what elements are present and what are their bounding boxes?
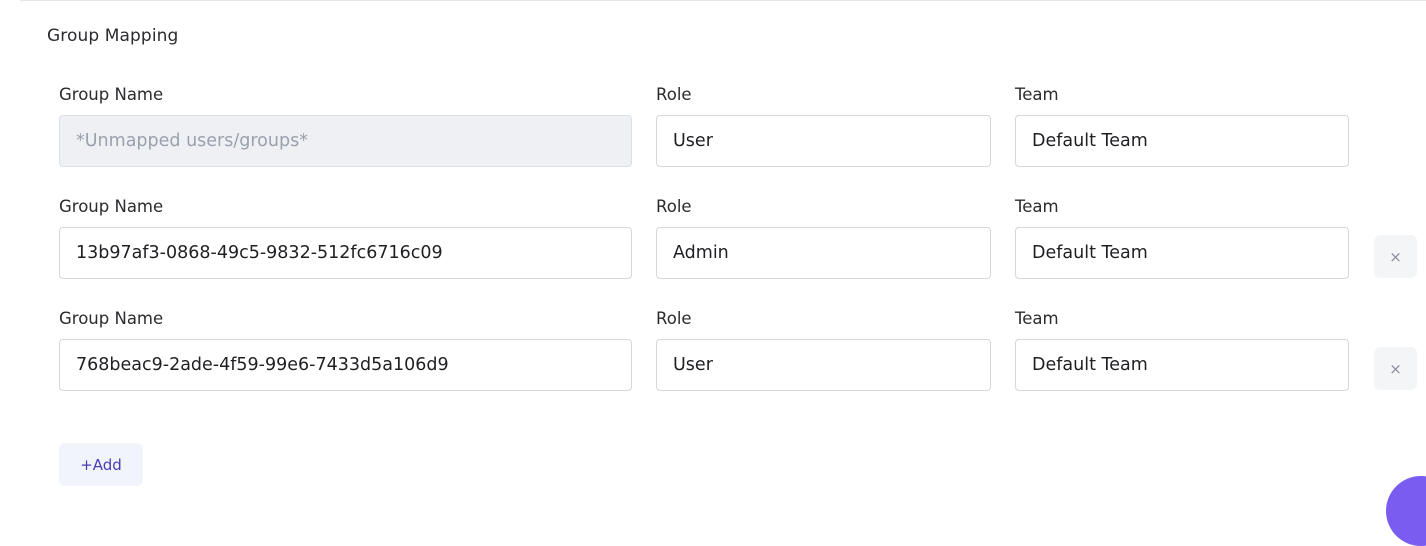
group-name-input[interactable]: 768beac9-2ade-4f59-99e6-7433d5a106d9	[59, 339, 632, 391]
top-divider	[20, 0, 1426, 1]
group-name-field-disabled: *Unmapped users/groups*	[59, 115, 632, 167]
role-label: Role	[656, 85, 692, 104]
floating-action-button[interactable]	[1386, 476, 1426, 546]
mapping-row: Group Name Role Team 13b97af3-0868-49c5-…	[0, 196, 1426, 308]
team-label: Team	[1015, 309, 1059, 328]
team-select[interactable]: Default Team	[1015, 115, 1349, 167]
section-title: Group Mapping	[47, 26, 179, 46]
remove-row-button[interactable]: ×	[1374, 235, 1417, 278]
team-label: Team	[1015, 197, 1059, 216]
role-label: Role	[656, 309, 692, 328]
team-label: Team	[1015, 85, 1059, 104]
team-select[interactable]: Default Team	[1015, 227, 1349, 279]
close-icon: ×	[1389, 247, 1402, 266]
add-mapping-button[interactable]: +Add	[59, 443, 143, 486]
group-name-label: Group Name	[59, 309, 164, 328]
team-select[interactable]: Default Team	[1015, 339, 1349, 391]
mapping-row: Group Name Role Team *Unmapped users/gro…	[0, 84, 1426, 196]
role-label: Role	[656, 197, 692, 216]
close-icon: ×	[1389, 359, 1402, 378]
remove-row-button[interactable]: ×	[1374, 347, 1417, 390]
group-name-input[interactable]: 13b97af3-0868-49c5-9832-512fc6716c09	[59, 227, 632, 279]
role-select[interactable]: User	[656, 115, 991, 167]
role-select[interactable]: User	[656, 339, 991, 391]
role-select[interactable]: Admin	[656, 227, 991, 279]
group-name-label: Group Name	[59, 85, 164, 104]
group-name-label: Group Name	[59, 197, 164, 216]
mapping-row: Group Name Role Team 768beac9-2ade-4f59-…	[0, 308, 1426, 420]
